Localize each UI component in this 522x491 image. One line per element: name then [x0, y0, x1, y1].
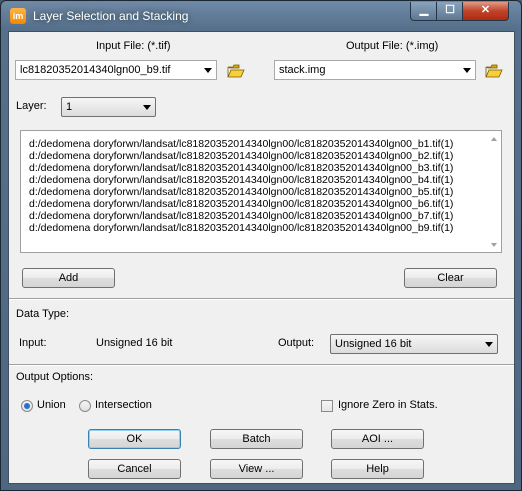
dialog-client-area: Input File: (*.tif) Output File: (*.img)…: [8, 31, 515, 484]
open-folder-icon[interactable]: [485, 64, 503, 78]
scroll-up-icon[interactable]: [491, 137, 497, 141]
list-item[interactable]: d:/dedomena doryforwn/landsat/lc81820352…: [29, 174, 453, 186]
intersection-label[interactable]: Intersection: [95, 399, 152, 411]
chevron-down-icon[interactable]: [463, 68, 471, 73]
chevron-down-icon[interactable]: [143, 105, 151, 110]
list-item[interactable]: d:/dedomena doryforwn/landsat/lc81820352…: [29, 138, 453, 150]
add-button[interactable]: Add: [22, 268, 115, 288]
title-bar[interactable]: im Layer Selection and Stacking ▁ ☐ ✕: [1, 1, 521, 31]
view-button[interactable]: View ...: [210, 459, 303, 479]
union-label[interactable]: Union: [37, 399, 66, 411]
layer-list[interactable]: d:/dedomena doryforwn/landsat/lc81820352…: [20, 130, 502, 253]
output-type-label: Output:: [278, 337, 315, 349]
output-type-value: Unsigned 16 bit: [335, 338, 412, 350]
divider: [9, 298, 514, 300]
output-file-combo[interactable]: stack.img: [274, 60, 476, 80]
help-button[interactable]: Help: [331, 459, 424, 479]
list-item[interactable]: d:/dedomena doryforwn/landsat/lc81820352…: [29, 198, 453, 210]
radio-selected-dot: [24, 403, 30, 409]
window-title: Layer Selection and Stacking: [33, 9, 189, 23]
ignore-zero-checkbox[interactable]: [321, 400, 333, 412]
ok-button[interactable]: OK: [88, 429, 181, 449]
dialog-window: im Layer Selection and Stacking ▁ ☐ ✕ In…: [0, 0, 522, 491]
divider: [9, 364, 514, 366]
open-folder-icon[interactable]: [227, 64, 245, 78]
input-file-label: Input File: (*.tif): [96, 40, 171, 52]
layer-select[interactable]: 1: [61, 97, 156, 117]
scroll-down-icon[interactable]: [491, 243, 497, 247]
list-item[interactable]: d:/dedomena doryforwn/landsat/lc81820352…: [29, 150, 453, 162]
list-item[interactable]: d:/dedomena doryforwn/landsat/lc81820352…: [29, 186, 453, 198]
output-file-value: stack.img: [279, 64, 326, 76]
cancel-button[interactable]: Cancel: [88, 459, 181, 479]
input-type-label: Input:: [19, 337, 47, 349]
close-icon[interactable]: ✕: [462, 2, 509, 21]
data-type-label: Data Type:: [16, 308, 69, 320]
aoi-button[interactable]: AOI ...: [331, 429, 424, 449]
output-type-select[interactable]: Unsigned 16 bit: [330, 334, 498, 354]
output-options-label: Output Options:: [16, 371, 94, 383]
layer-label: Layer:: [16, 100, 47, 112]
clear-button[interactable]: Clear: [404, 268, 497, 288]
vertical-scrollbar[interactable]: [487, 131, 501, 252]
app-icon: im: [10, 8, 26, 24]
intersection-radio[interactable]: [79, 400, 91, 412]
input-type-value: Unsigned 16 bit: [96, 337, 173, 349]
input-file-value: lc81820352014340lgn00_b9.tif: [20, 64, 171, 76]
list-item[interactable]: d:/dedomena doryforwn/landsat/lc81820352…: [29, 162, 453, 174]
minimize-icon[interactable]: ▁: [410, 2, 438, 21]
maximize-icon[interactable]: ☐: [436, 2, 464, 21]
batch-button[interactable]: Batch: [210, 429, 303, 449]
list-item[interactable]: d:/dedomena doryforwn/landsat/lc81820352…: [29, 210, 453, 222]
output-file-label: Output File: (*.img): [346, 40, 439, 52]
input-file-combo[interactable]: lc81820352014340lgn00_b9.tif: [15, 60, 217, 80]
union-radio[interactable]: [21, 400, 33, 412]
layer-value: 1: [66, 101, 73, 113]
chevron-down-icon[interactable]: [204, 68, 212, 73]
ignore-zero-label[interactable]: Ignore Zero in Stats.: [338, 399, 438, 411]
chevron-down-icon[interactable]: [485, 342, 493, 347]
list-item[interactable]: d:/dedomena doryforwn/landsat/lc81820352…: [29, 222, 453, 234]
